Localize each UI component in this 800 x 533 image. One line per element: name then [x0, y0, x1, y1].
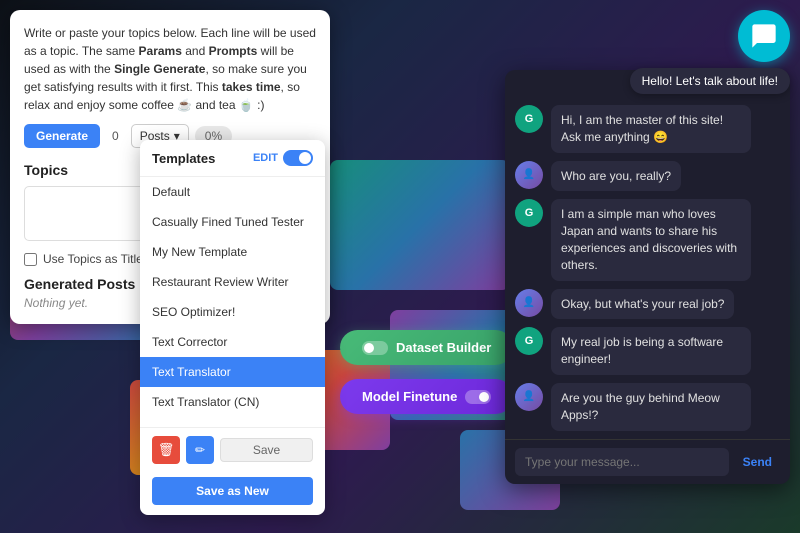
message-bubble-5: My real job is being a software engineer… — [551, 327, 751, 375]
chat-message-1: G Hi, I am the master of this site! Ask … — [515, 105, 780, 153]
dataset-builder-button[interactable]: Dataset Builder — [340, 330, 513, 365]
footer-row2: Save as New — [140, 472, 325, 515]
message-bubble-3: I am a simple man who loves Japan and wa… — [551, 199, 751, 280]
templates-header: Templates EDIT — [140, 140, 325, 177]
user-avatar-2: 👤 — [515, 161, 543, 189]
ai-avatar-5: G — [515, 327, 543, 355]
chat-input-row: Send — [505, 439, 790, 484]
finetune-label: Model Finetune — [362, 389, 457, 404]
template-item-default[interactable]: Default — [140, 177, 325, 207]
chat-messages: G Hi, I am the master of this site! Ask … — [505, 99, 790, 439]
chat-bubble-button[interactable] — [738, 10, 790, 62]
message-bubble-2: Who are you, really? — [551, 161, 681, 192]
pencil-icon: ✏ — [195, 443, 205, 457]
chat-message-6: 👤 Are you the guy behind Meow Apps!? — [515, 383, 780, 431]
template-list: Default Casually Fined Tuned Tester My N… — [140, 177, 325, 427]
templates-footer: 🗑 ✏ Save — [140, 427, 325, 472]
user-avatar-4: 👤 — [515, 289, 543, 317]
save-button[interactable]: Save — [220, 438, 313, 462]
chat-bubble-icon — [750, 22, 778, 50]
hello-badge: Hello! Let's talk about life! — [630, 68, 790, 94]
chat-message-2: 👤 Who are you, really? — [515, 161, 780, 192]
message-bubble-6: Are you the guy behind Meow Apps!? — [551, 383, 751, 431]
edit-toggle-switch[interactable] — [283, 150, 313, 166]
edit-label: EDIT — [253, 152, 278, 164]
user-avatar-6: 👤 — [515, 383, 543, 411]
template-item-text-corrector[interactable]: Text Corrector — [140, 327, 325, 357]
template-item-casually-fined[interactable]: Casually Fined Tuned Tester — [140, 207, 325, 237]
template-item-text-translator-cn[interactable]: Text Translator (CN) — [140, 387, 325, 417]
template-item-text-translator[interactable]: Text Translator — [140, 357, 325, 387]
dataset-toggle — [362, 341, 388, 355]
checkbox-label: Use Topics as Titles — [43, 252, 149, 266]
ai-avatar-3: G — [515, 199, 543, 227]
bg-thumbnail-4 — [330, 160, 510, 290]
generate-button[interactable]: Generate — [24, 124, 100, 148]
chat-message-5: G My real job is being a software engine… — [515, 327, 780, 375]
chat-window: ▭ ✕ G Hi, I am the master of this site! … — [505, 70, 790, 484]
dataset-label: Dataset Builder — [396, 340, 491, 355]
model-finetune-button[interactable]: Model Finetune — [340, 379, 513, 414]
edit-template-button[interactable]: ✏ — [186, 436, 214, 464]
template-item-my-new[interactable]: My New Template — [140, 237, 325, 267]
posts-count: 0 — [106, 125, 125, 147]
templates-title: Templates — [152, 151, 215, 166]
delete-icon: 🗑 — [158, 442, 175, 458]
template-item-wordpress[interactable]: WordPress Assistant — [140, 417, 325, 427]
send-button[interactable]: Send — [735, 449, 780, 475]
message-bubble-4: Okay, but what's your real job? — [551, 289, 734, 320]
templates-panel: Templates EDIT Default Casually Fined Tu… — [140, 140, 325, 515]
use-topics-as-titles-checkbox[interactable] — [24, 253, 37, 266]
chat-widget: Hello! Let's talk about life! — [630, 10, 790, 94]
save-as-new-button[interactable]: Save as New — [152, 477, 313, 505]
instruction-text: Write or paste your topics below. Each l… — [24, 24, 316, 114]
chat-message-4: 👤 Okay, but what's your real job? — [515, 289, 780, 320]
edit-toggle-group: EDIT — [253, 150, 313, 166]
template-item-seo[interactable]: SEO Optimizer! — [140, 297, 325, 327]
chat-message-3: G I am a simple man who loves Japan and … — [515, 199, 780, 280]
template-item-restaurant[interactable]: Restaurant Review Writer — [140, 267, 325, 297]
floating-buttons: Dataset Builder Model Finetune — [340, 330, 513, 414]
ai-avatar-1: G — [515, 105, 543, 133]
finetune-toggle — [465, 390, 491, 404]
chat-input[interactable] — [515, 448, 729, 476]
delete-template-button[interactable]: 🗑 — [152, 436, 180, 464]
message-bubble-1: Hi, I am the master of this site! Ask me… — [551, 105, 751, 153]
